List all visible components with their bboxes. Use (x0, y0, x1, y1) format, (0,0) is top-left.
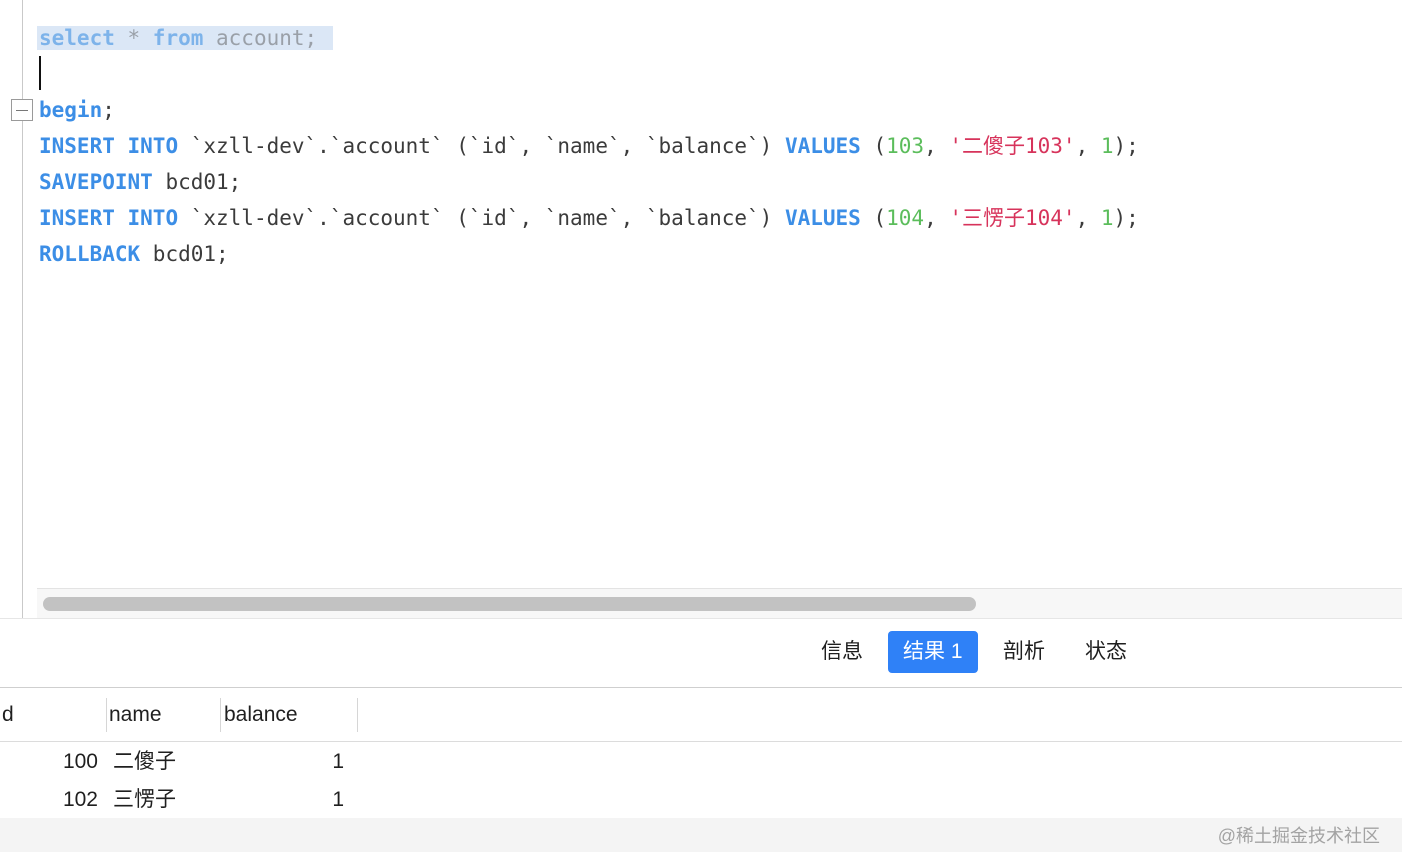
code-text: ( (860, 206, 887, 230)
cell-id[interactable]: 102 (0, 781, 98, 819)
tab-status[interactable]: 状态 (1070, 631, 1142, 673)
keyword-into: INTO (127, 206, 179, 230)
column-divider[interactable] (220, 698, 221, 732)
keyword-insert: INSERT (39, 206, 115, 230)
result-tabs: 信息 结果 1 剖析 状态 (0, 618, 1402, 688)
cell-id[interactable]: 100 (0, 743, 98, 781)
code-line-1[interactable]: select * from account; (37, 20, 334, 56)
table-name: account; (203, 26, 318, 50)
table-row[interactable]: 102 三愣子 1 (0, 781, 1402, 819)
code-text: bcd01; (152, 170, 242, 194)
code-line-7[interactable]: ROLLBACK bcd01; (39, 236, 229, 272)
gutter-line (22, 0, 23, 618)
column-header-balance[interactable]: balance (224, 688, 298, 741)
column-divider[interactable] (357, 698, 358, 732)
fold-collapse-icon[interactable] (11, 99, 33, 121)
code-text: ( (860, 134, 887, 158)
watermark: @稀土掘金技术社区 (1217, 826, 1380, 846)
column-header-name[interactable]: name (109, 688, 162, 741)
result-grid-header: d name balance (0, 688, 1402, 742)
code-line-6[interactable]: INSERT INTO `xzll-dev`.`account` (`id`, … (39, 200, 1139, 236)
code-text: , (924, 134, 950, 158)
scrollbar-thumb[interactable] (43, 597, 976, 611)
code-text: , (1075, 134, 1101, 158)
keyword-values: VALUES (784, 206, 861, 230)
keyword-select: select (39, 26, 115, 50)
column-divider[interactable] (106, 698, 107, 732)
string-literal: '二傻子103' (949, 134, 1076, 158)
number-literal: 1 (1100, 134, 1114, 158)
tab-info[interactable]: 信息 (806, 631, 878, 673)
keyword-savepoint: SAVEPOINT (39, 170, 153, 194)
operator: * (114, 26, 153, 50)
keyword-rollback: ROLLBACK (39, 242, 141, 266)
keyword-values: VALUES (784, 134, 861, 158)
table-row[interactable]: 100 二傻子 1 (0, 743, 1402, 781)
code-text: , (924, 206, 950, 230)
keyword-insert: INSERT (39, 134, 115, 158)
number-literal: 1 (1100, 206, 1114, 230)
code-line-3[interactable]: begin; (39, 92, 115, 128)
code-text: `xzll-dev`.`account` (`id`, `name`, `bal… (178, 206, 785, 230)
empty-grid-area (0, 818, 1402, 852)
code-text: ); (1113, 134, 1139, 158)
cell-name[interactable]: 二傻子 (113, 743, 176, 781)
tab-profile[interactable]: 剖析 (988, 631, 1060, 673)
code-text: ); (1113, 206, 1139, 230)
number-literal: 103 (886, 134, 925, 158)
cell-balance[interactable]: 1 (224, 743, 344, 781)
code-text: bcd01; (140, 242, 229, 266)
sql-editor[interactable]: select * from account; begin; INSERT INT… (0, 0, 1402, 619)
code-line-4[interactable]: INSERT INTO `xzll-dev`.`account` (`id`, … (39, 128, 1139, 164)
number-literal: 104 (886, 206, 925, 230)
tab-result-1[interactable]: 结果 1 (888, 631, 978, 673)
code-text: ; (102, 98, 115, 122)
keyword-begin: begin (39, 98, 103, 122)
footer-spacer (0, 852, 1402, 868)
horizontal-scrollbar[interactable] (37, 588, 1402, 619)
keyword-from: from (152, 26, 204, 50)
keyword-into: INTO (127, 134, 179, 158)
cell-name[interactable]: 三愣子 (113, 781, 176, 819)
string-literal: '三愣子104' (949, 206, 1076, 230)
code-line-5[interactable]: SAVEPOINT bcd01; (39, 164, 241, 200)
column-header-id[interactable]: d (2, 688, 14, 741)
code-text: `xzll-dev`.`account` (`id`, `name`, `bal… (178, 134, 785, 158)
text-caret (39, 56, 41, 90)
cell-balance[interactable]: 1 (224, 781, 344, 819)
code-text: , (1075, 206, 1101, 230)
selection-highlight: select * from account; (37, 26, 334, 50)
